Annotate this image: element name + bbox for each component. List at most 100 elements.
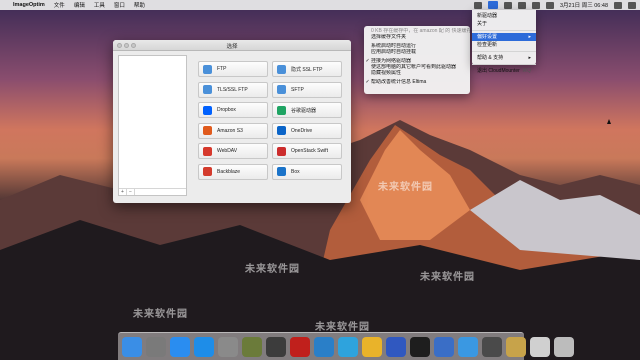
- service-label: 谷歌驱动器: [291, 107, 317, 114]
- menu-item-label: 挂接为网络驱动器: [371, 57, 412, 64]
- service-button[interactable]: TLS/SSL FTP: [198, 81, 268, 98]
- status-menu-item[interactable]: 新驱动器: [472, 12, 536, 20]
- window-title: 选择: [226, 44, 238, 50]
- mount-list[interactable]: + −: [118, 55, 187, 196]
- service-button[interactable]: Dropbox: [198, 102, 268, 118]
- service-icon: [277, 126, 286, 135]
- menu-item-label: 帮助改善统计信息 Eltima: [371, 78, 427, 85]
- menu-separator: [472, 64, 536, 65]
- menu-bar: ImageOptim 文件 编辑 工具 窗口 帮助 3月21日 周三 06:48: [0, 0, 640, 10]
- service-icon: [277, 105, 286, 115]
- service-label: Amazon S3: [217, 127, 243, 134]
- service-icon: [203, 105, 212, 115]
- menu-item-label: 新驱动器: [477, 13, 498, 19]
- volume-icon[interactable]: [532, 1, 540, 9]
- service-button[interactable]: WebDAV: [198, 143, 268, 159]
- menu-item-label: 使这部电脑的其它帐户可看到此驱动器: [371, 63, 457, 70]
- menu-help[interactable]: 帮助: [134, 1, 145, 9]
- app-icon-12[interactable]: [386, 336, 406, 357]
- service-label: FTP: [217, 66, 227, 72]
- menu-item[interactable]: 应用启动时自动挂载: [364, 49, 470, 55]
- menu-edit[interactable]: 编辑: [74, 1, 85, 9]
- choose-service-window: 选择 + − FTP 隐式 SSL FTP TLS/SSL FTP SFTP Dropb…: [113, 40, 351, 203]
- shortcut-label: ⌘Q: [522, 68, 531, 74]
- menu-file[interactable]: 文件: [54, 1, 65, 9]
- cloudmounter-status-icon[interactable]: [488, 1, 498, 9]
- menu-separator: [472, 51, 536, 52]
- app-icon-14[interactable]: [434, 336, 454, 357]
- title-bar: 选择: [113, 40, 351, 51]
- status-menu-item[interactable]: 检查更新: [472, 41, 536, 49]
- status-icon[interactable]: [474, 1, 482, 9]
- menu-item[interactable]: ✓ 帮助改善统计信息 Eltima: [364, 79, 470, 85]
- finder-icon[interactable]: [122, 336, 142, 357]
- status-icon[interactable]: [504, 1, 512, 9]
- app-icon-17[interactable]: [506, 336, 526, 357]
- service-button[interactable]: SFTP: [272, 81, 342, 98]
- service-icon: [203, 64, 212, 74]
- service-icon: [203, 85, 212, 94]
- menu-item-label: 偏好设置: [477, 34, 498, 40]
- watermark: 未来软件园: [315, 322, 370, 333]
- service-icon: [277, 146, 286, 156]
- app-icon-9[interactable]: [314, 336, 334, 357]
- filezilla-icon[interactable]: [290, 336, 310, 357]
- notification-center-icon[interactable]: [628, 1, 636, 9]
- menu-item-label: 退出 CloudMounter: [477, 68, 520, 74]
- service-label: SFTP: [291, 86, 304, 93]
- service-button[interactable]: 隐式 SSL FTP: [272, 61, 342, 77]
- launchpad-icon[interactable]: [146, 336, 166, 357]
- remove-button[interactable]: −: [127, 189, 135, 195]
- service-icon: [203, 167, 212, 176]
- app-icon-16[interactable]: [482, 336, 502, 357]
- app-icon-10[interactable]: [338, 336, 358, 357]
- menu-item-label: 应用启动时自动挂载: [371, 49, 417, 56]
- battery-icon[interactable]: [546, 1, 554, 9]
- service-icon: [277, 167, 286, 176]
- service-button[interactable]: FTP: [198, 61, 268, 77]
- wifi-icon[interactable]: [518, 1, 526, 9]
- trash-icon[interactable]: [554, 336, 574, 357]
- menu-item[interactable]: 隐藏视频属性: [364, 70, 470, 76]
- menu-window[interactable]: 窗口: [114, 1, 125, 9]
- service-label: OneDrive: [291, 127, 313, 134]
- cloudmounter-status-menu: 新驱动器 关于 偏好设置 ▸ 检查更新 帮助 & 支持 ▸ 退出 CloudMounter ⌘Q: [472, 10, 536, 74]
- service-button[interactable]: Amazon S3: [198, 122, 268, 139]
- status-menu-item[interactable]: 偏好设置 ▸: [472, 33, 536, 41]
- terminal-icon[interactable]: [410, 336, 430, 357]
- menu-item[interactable]: 选择缓存文件夹: [364, 34, 470, 40]
- add-button[interactable]: +: [119, 189, 127, 195]
- service-button[interactable]: OneDrive: [272, 122, 342, 139]
- service-label: TLS/SSL FTP: [217, 86, 248, 93]
- system-preferences-icon[interactable]: [218, 336, 238, 357]
- service-icon: [203, 146, 212, 156]
- submenu-arrow-icon: ▸: [528, 55, 531, 61]
- downloads-icon[interactable]: [530, 336, 550, 357]
- preferences-submenu: 0 KB 存在缓存中，在 amazon 配 的 快速缓存中 选择缓存文件夹 系统启动…: [364, 26, 470, 94]
- status-menu-item[interactable]: 退出 CloudMounter ⌘Q: [472, 67, 536, 75]
- service-label: 隐式 SSL FTP: [291, 66, 323, 73]
- status-menu-item[interactable]: 关于: [472, 20, 536, 28]
- menu-item-label: 隐藏视频属性: [371, 70, 402, 77]
- watermark: 未来软件园: [378, 182, 433, 193]
- app-icon-7[interactable]: [266, 336, 286, 357]
- service-button[interactable]: 谷歌驱动器: [272, 102, 342, 118]
- service-button[interactable]: OpenStack Swift: [272, 143, 342, 159]
- menu-item-label: 关于: [477, 21, 488, 27]
- app-store-icon[interactable]: [194, 336, 214, 357]
- status-area: 3月21日 周三 06:48: [474, 0, 636, 10]
- app-icon-6[interactable]: [242, 336, 262, 357]
- chrome-icon[interactable]: [362, 336, 382, 357]
- app-menu[interactable]: ImageOptim: [13, 2, 45, 8]
- dock: [118, 332, 574, 360]
- clock[interactable]: 3月21日 周三 06:48: [560, 1, 608, 9]
- safari-icon[interactable]: [170, 336, 190, 357]
- service-button[interactable]: Backblaze: [198, 163, 268, 180]
- submenu-arrow-icon: ▸: [528, 34, 531, 40]
- status-menu-item[interactable]: 帮助 & 支持 ▸: [472, 54, 536, 62]
- cloudmounter-icon[interactable]: [458, 336, 478, 357]
- service-label: OpenStack Swift: [291, 148, 328, 154]
- menu-tools[interactable]: 工具: [94, 1, 105, 9]
- search-icon[interactable]: [614, 1, 622, 9]
- service-button[interactable]: Box: [272, 163, 342, 180]
